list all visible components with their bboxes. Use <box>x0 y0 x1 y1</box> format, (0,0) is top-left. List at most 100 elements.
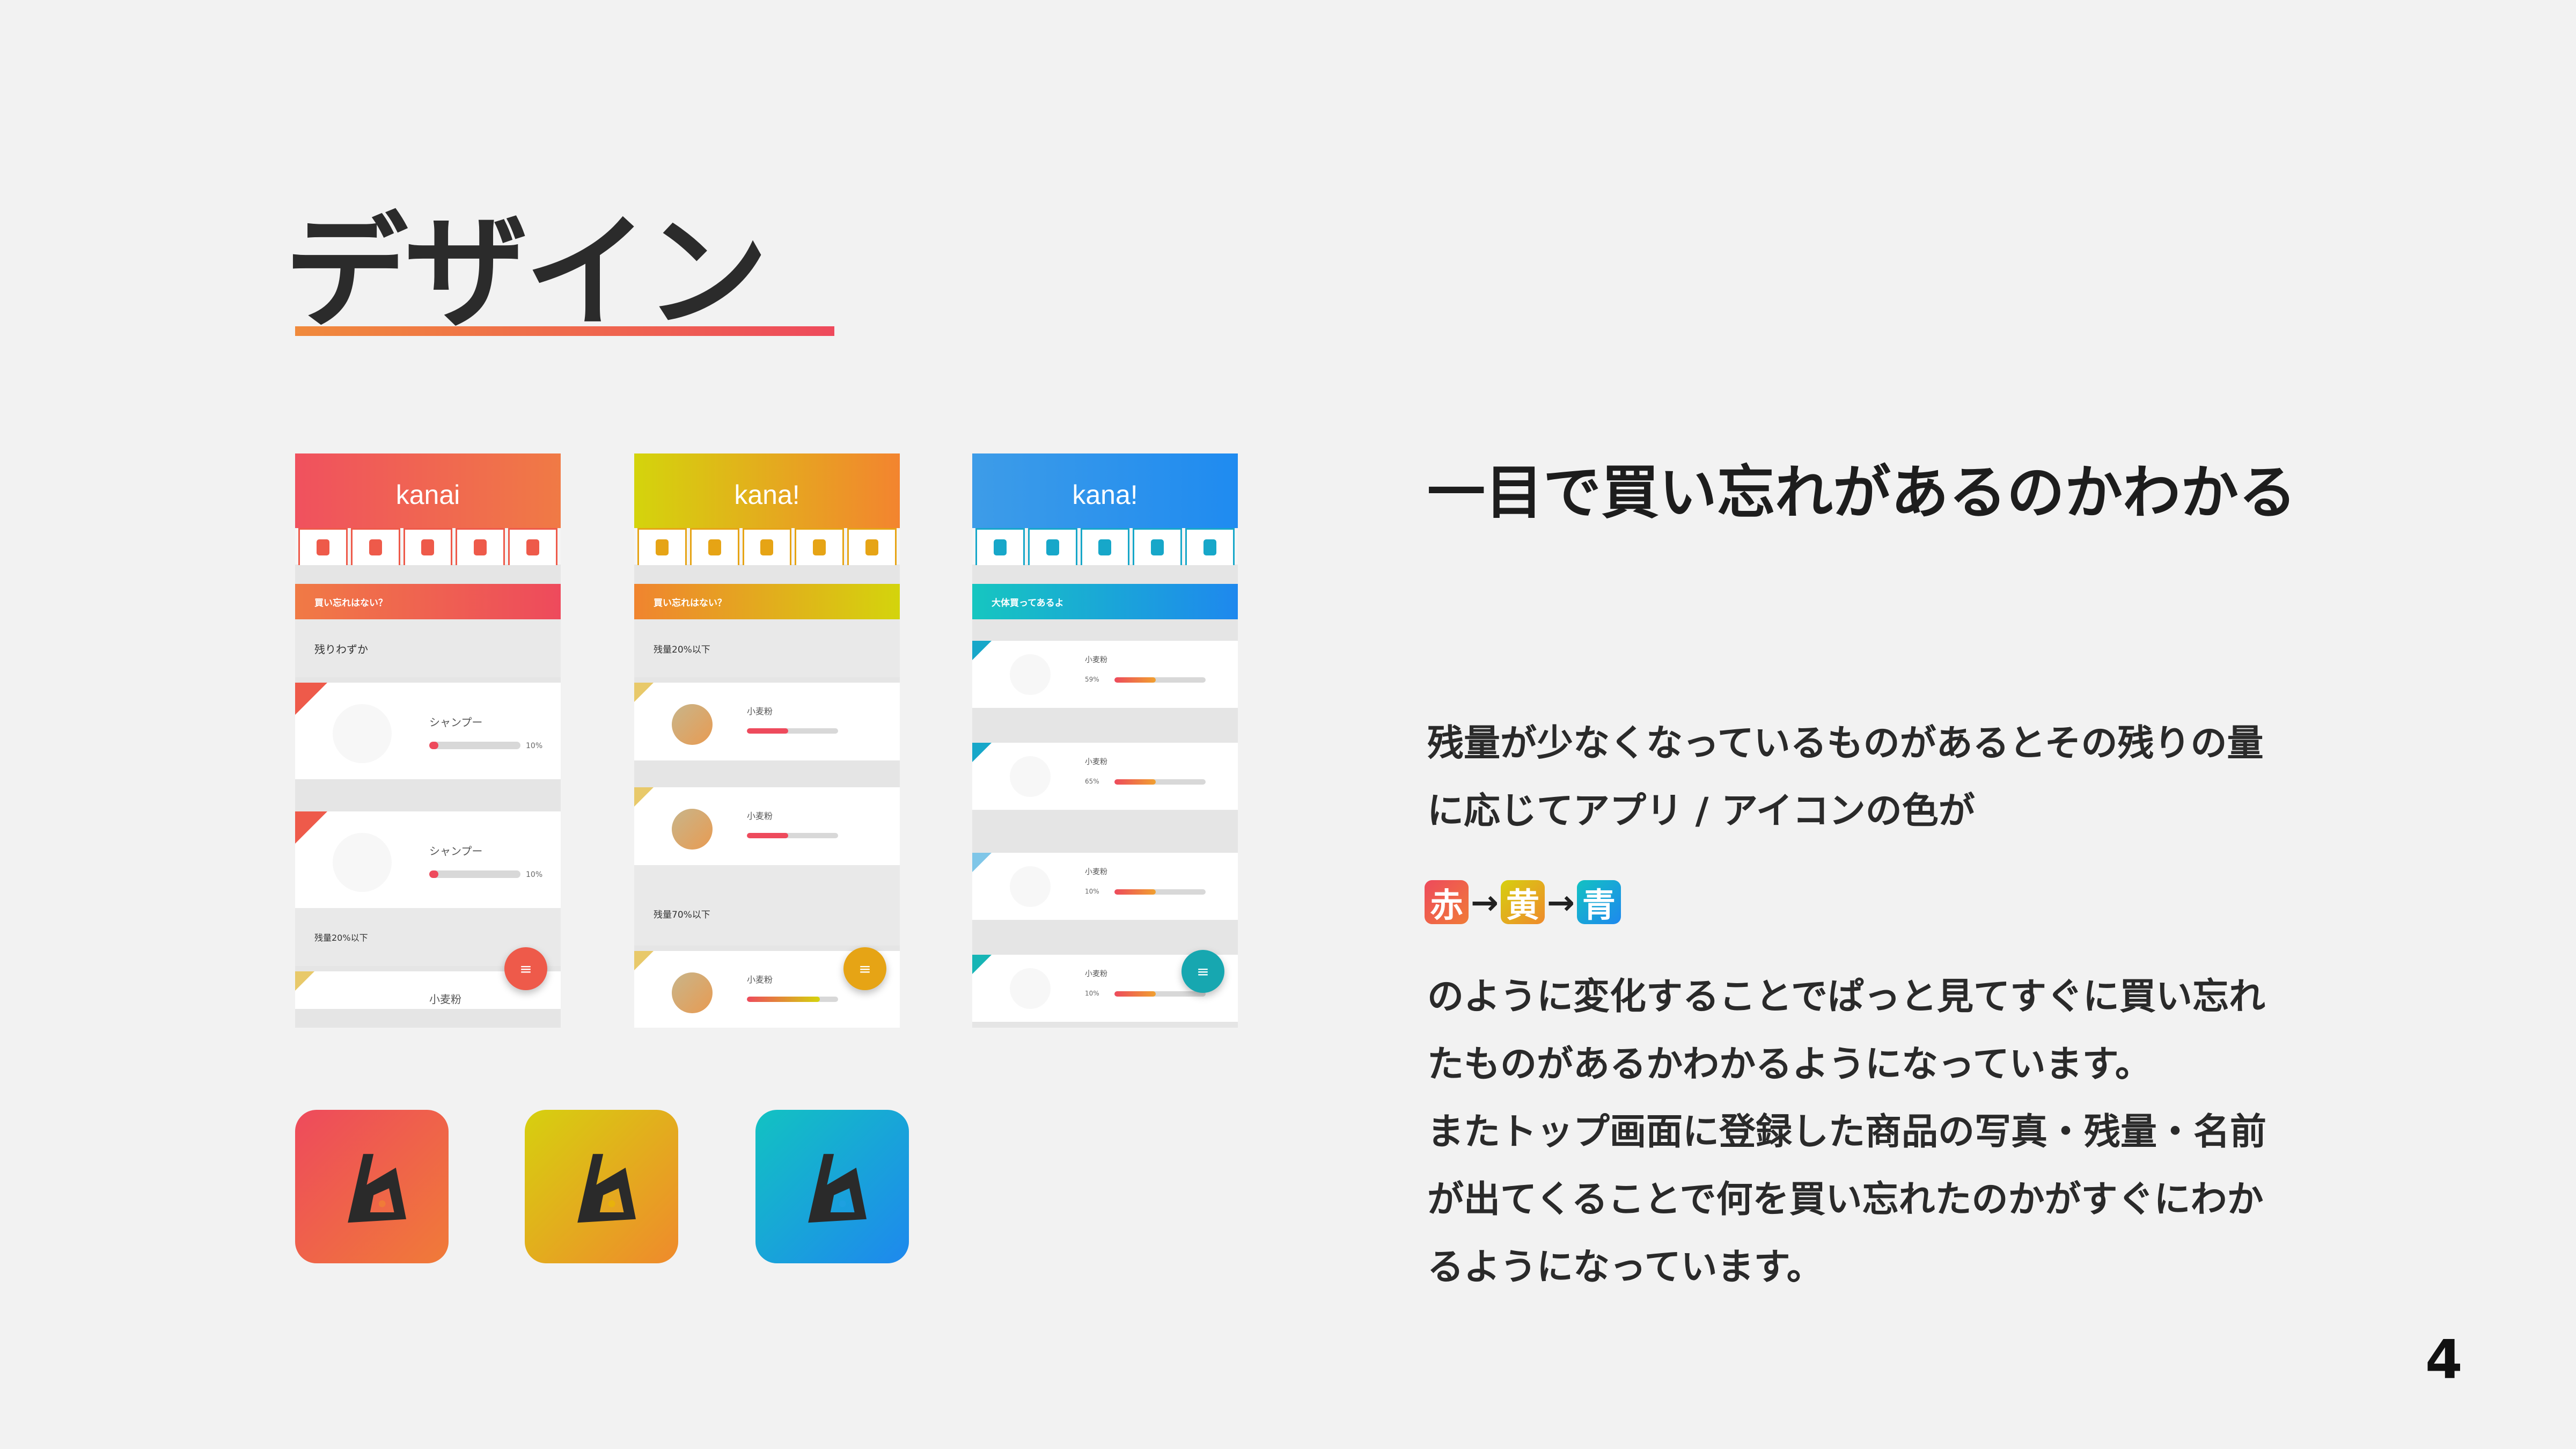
kanai-logo-icon <box>577 1154 636 1223</box>
product-thumbnail <box>1010 756 1051 797</box>
headline: 一目で買い忘れがあるのかわかる <box>1427 459 2297 526</box>
category-tabs <box>295 528 561 565</box>
app-logo: kana! <box>734 480 800 510</box>
color-chip-red: 赤 <box>1425 880 1469 925</box>
category-tab-food[interactable] <box>689 528 739 565</box>
level-bar <box>747 997 838 1002</box>
category-tab-bath[interactable] <box>1133 528 1183 565</box>
category-tab-kitchen[interactable] <box>742 528 792 565</box>
item-name: 小麦粉 <box>747 811 773 821</box>
menu-fab-button[interactable]: ≡ <box>1181 950 1224 993</box>
category-tabs <box>634 528 900 565</box>
text-line: 残量が少なくなっているものがあるとその残りの量 <box>1427 722 2264 765</box>
level-percent: 10% <box>1085 888 1099 895</box>
level-bar <box>747 728 838 734</box>
list-item[interactable]: 小麦粉 10% <box>972 853 1238 920</box>
list-item[interactable]: 小麦粉 <box>634 787 900 865</box>
status-corner <box>634 787 654 807</box>
text-line: またトップ画面に登録した商品の写真・残量・名前 <box>1427 1111 2267 1153</box>
category-tab-cosmetics[interactable] <box>1185 528 1235 565</box>
level-percent: 10% <box>526 742 543 750</box>
category-tab-bag[interactable] <box>298 528 348 565</box>
item-name: シャンプー <box>429 716 483 729</box>
item-name: 小麦粉 <box>1085 868 1107 876</box>
status-corner <box>295 683 327 715</box>
status-corner <box>634 683 654 702</box>
item-name: 小麦粉 <box>747 975 773 985</box>
item-name: シャンプー <box>429 845 483 858</box>
bag-icon <box>316 539 329 555</box>
product-thumbnail <box>1010 866 1051 907</box>
list-item[interactable]: 小麦粉 <box>634 683 900 760</box>
title-underline <box>295 326 834 336</box>
text-line: に応じてアプリ / アイコンの色が <box>1427 790 1975 832</box>
list-item[interactable]: 小麦粉 65% <box>972 743 1238 810</box>
faucet-icon <box>760 539 774 555</box>
category-tab-bath[interactable] <box>456 528 505 565</box>
bottle-icon <box>865 539 879 555</box>
product-thumbnail <box>672 809 713 850</box>
status-corner <box>972 853 992 872</box>
menu-fab-button[interactable]: ≡ <box>504 947 547 990</box>
product-thumbnail <box>1010 968 1051 1009</box>
category-tabs <box>972 528 1238 565</box>
text-line: たものがあるかわかるようになっています。 <box>1427 1043 2152 1086</box>
kanai-logo-icon <box>348 1154 406 1223</box>
level-bar <box>747 833 838 838</box>
category-tab-food[interactable] <box>1028 528 1077 565</box>
color-transition-row: 赤 → 黄 → 青 <box>1425 880 1621 925</box>
bag-icon <box>993 539 1007 555</box>
level-bar <box>1114 889 1206 895</box>
text-line: が出てくることで何を買い忘れたのかがすぐにわか <box>1427 1179 2264 1221</box>
list-item[interactable]: 小麦粉 59% <box>972 641 1238 708</box>
level-bar <box>429 870 520 878</box>
level-percent: 59% <box>1085 676 1099 683</box>
phone-screenshot-red: kanai 買い忘れはない？ 残りわずか シャンプー 10% シャンプー 10%… <box>295 453 561 1028</box>
app-logo: kanai <box>395 480 460 510</box>
product-thumbnail <box>333 833 392 892</box>
item-name: 小麦粉 <box>1085 758 1107 766</box>
fridge-icon <box>1046 539 1059 555</box>
status-corner <box>634 951 654 970</box>
list-item[interactable]: シャンプー 10% <box>295 683 561 779</box>
faucet-icon <box>1098 539 1112 555</box>
app-header: kana! <box>634 453 900 531</box>
category-tab-food[interactable] <box>350 528 400 565</box>
category-tab-bag[interactable] <box>975 528 1025 565</box>
status-corner <box>972 955 992 974</box>
description-paragraph-1: 残量が少なくなっているものがあるとその残りの量 に応じてアプリ / アイコンの色… <box>1427 710 2350 845</box>
category-tab-kitchen[interactable] <box>403 528 453 565</box>
arrow-icon: → <box>1546 882 1575 922</box>
kanai-logo-icon <box>808 1154 867 1223</box>
section-heading: 残量20%以下 <box>634 619 900 677</box>
status-banner: 買い忘れはない？ <box>295 584 561 619</box>
category-tab-cosmetics[interactable] <box>508 528 557 565</box>
bottle-icon <box>1203 539 1217 555</box>
menu-fab-button[interactable]: ≡ <box>843 947 886 990</box>
item-name: 小麦粉 <box>1085 656 1107 664</box>
fridge-icon <box>708 539 721 555</box>
status-corner <box>295 811 327 844</box>
arrow-icon: → <box>1471 882 1499 922</box>
bathtub-icon <box>1151 539 1164 555</box>
category-tab-cosmetics[interactable] <box>847 528 897 565</box>
app-icon-red <box>295 1110 449 1263</box>
color-chip-yellow: 黄 <box>1500 880 1545 925</box>
level-bar <box>1114 991 1206 997</box>
text-line: るようになっています。 <box>1427 1246 1823 1289</box>
status-banner: 大体買ってあるよ <box>972 584 1238 619</box>
item-name: 小麦粉 <box>747 706 773 716</box>
level-bar <box>1114 779 1206 785</box>
description-paragraph-2: のように変化することでぱっと見てすぐに買い忘れ たものがあるかわかるようになって… <box>1427 963 2350 1301</box>
list-item[interactable]: シャンプー 10% <box>295 811 561 908</box>
category-tab-kitchen[interactable] <box>1080 528 1130 565</box>
category-tab-bag[interactable] <box>637 528 687 565</box>
category-tab-bath[interactable] <box>795 528 845 565</box>
app-icon-yellow <box>525 1110 678 1263</box>
level-percent: 65% <box>1085 778 1099 785</box>
app-icon-blue <box>755 1110 909 1263</box>
status-corner <box>972 743 992 762</box>
slide-title: デザイン <box>284 202 768 345</box>
fridge-icon <box>369 539 382 555</box>
app-header: kana! <box>972 453 1238 531</box>
